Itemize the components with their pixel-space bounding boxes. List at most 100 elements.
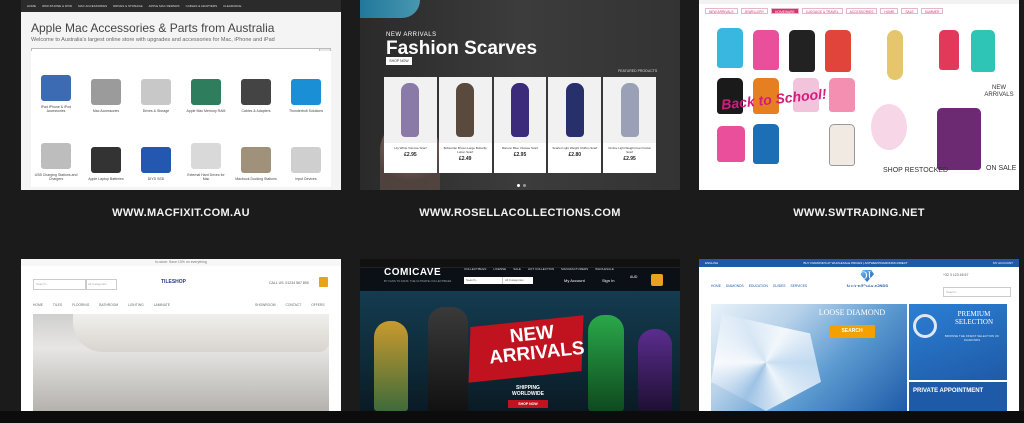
appointment-panel[interactable]	[909, 382, 1007, 411]
shop-restocked-text[interactable]: SHOP RESTOCKED	[883, 167, 948, 174]
category-tile[interactable]: Cables & Adapters	[231, 51, 281, 119]
category-tile[interactable]: USB Charging Stations and Chargers	[31, 119, 81, 187]
nav-item[interactable]: IPAD IPHONE & IPOD	[42, 4, 72, 8]
rosella-card[interactable]: NEW ARRIVALS Fashion Scarves SHOP NOW FE…	[360, 0, 680, 190]
language-select[interactable]: ENGLISH	[705, 261, 718, 265]
site-caption[interactable]: WWW.ROSELLACOLLECTIONS.COM	[360, 207, 680, 219]
menu-item[interactable]: FLOORING	[72, 303, 89, 307]
lunchbag-image	[753, 124, 779, 164]
nav-item[interactable]: APPLE MAC REPAIRS	[149, 4, 180, 8]
menu-item[interactable]: GUIDES	[773, 284, 786, 288]
comicave-card[interactable]: COMICAVE BY FANS TO FANS: THE ULTIMATE C…	[360, 259, 680, 411]
menu-item[interactable]: SHOWROOM	[255, 303, 276, 307]
nav-item[interactable]: CLEARANCE	[223, 4, 241, 8]
currency-select[interactable]: AUD	[630, 275, 637, 280]
category-tile[interactable]: Mac Accessories	[81, 51, 131, 119]
menu-item[interactable]: HOME	[33, 303, 43, 307]
swtrading-card[interactable]: NEW ARRIVALS JEWELLERY HOMEWARE LUGGAGE …	[699, 0, 1019, 190]
search-input[interactable]: Search...	[464, 277, 504, 284]
search-input[interactable]: Search...	[33, 279, 87, 290]
nav-item[interactable]: DRIVES & STORAGE	[113, 4, 142, 8]
bag-image	[829, 78, 855, 112]
site-logo[interactable]: COMICAVE	[384, 267, 441, 278]
category-select[interactable]: All Categories	[502, 277, 533, 284]
menu-item[interactable]: LICENSE	[493, 267, 506, 271]
product-image	[603, 77, 656, 143]
nav-item[interactable]: JEWELLERY	[740, 8, 769, 14]
unicorn-image	[871, 104, 907, 150]
nav-item[interactable]: LUGGAGE & TRAVEL	[801, 8, 843, 14]
site-logo[interactable]: TILESHOP	[161, 279, 186, 285]
product-name[interactable]: Scarlet Light Weight Chiffon Scarf	[552, 146, 598, 150]
my-account-link[interactable]: MY ACCOUNT	[993, 261, 1013, 265]
menu-item[interactable]: HOT COLLECTION	[528, 267, 554, 271]
category-tile[interactable]: Input Devices	[281, 119, 331, 187]
search-button[interactable]: SEARCH	[829, 325, 875, 338]
menu-item[interactable]: BATHROOM	[99, 303, 118, 307]
product-image	[493, 77, 547, 143]
nav-item[interactable]: CABLES & ADAPTERS	[186, 4, 218, 8]
nav-item[interactable]: HOME	[27, 4, 36, 8]
diamond-image	[711, 314, 821, 411]
product-name[interactable]: Bohemian Brown Large Butterfly Lotion Sc…	[442, 146, 488, 154]
tote-image	[829, 124, 855, 166]
menu-item[interactable]: LAMINATE	[154, 303, 170, 307]
nav-item[interactable]: MAC ACCESSORIES	[78, 4, 107, 8]
menu-item[interactable]: MANUFACTURERS	[561, 267, 588, 271]
site-caption[interactable]: WWW.SWTRADING.NET	[699, 207, 1019, 219]
shop-now-button[interactable]: SHOP NOW	[508, 400, 548, 408]
nav-item[interactable]: HOME	[880, 8, 899, 14]
category-tile[interactable]: iPad iPhone & iPod Accessories	[31, 51, 81, 119]
product-card[interactable]: Scarlet Light Weight Chiffon Scarf £2.80	[548, 77, 602, 173]
category-label: Apple Laptop Batteries	[88, 177, 124, 181]
category-tile[interactable]: Macbook Docking Stations	[231, 119, 281, 187]
cart-icon[interactable]	[651, 274, 663, 286]
category-select[interactable]: All Categories	[85, 279, 117, 290]
product-name[interactable]: Lily White Viscose Scarf	[387, 146, 433, 150]
category-image	[291, 79, 321, 105]
product-price: £2.49	[458, 156, 472, 162]
nav-item[interactable]: SUMMER	[920, 8, 944, 14]
slider-dots[interactable]	[517, 184, 526, 187]
antwerp-card[interactable]: ENGLISH BUY DIAMONDS AT WHOLESALE PRICES…	[699, 259, 1019, 411]
category-tile[interactable]: External Hard Drives for Mac	[181, 119, 231, 187]
sign-in-link[interactable]: Sign In	[602, 278, 614, 283]
product-card[interactable]: Bohemian Brown Large Butterfly Lotion Sc…	[438, 77, 492, 173]
product-card[interactable]: Lily White Viscose Scarf £2.95	[384, 77, 437, 173]
nav-item[interactable]: SALE	[901, 8, 918, 14]
menu-item[interactable]: HOME	[711, 284, 721, 288]
site-caption[interactable]: WWW.MACFIXIT.COM.AU	[21, 207, 341, 219]
menu-item[interactable]: SERVICES	[791, 284, 808, 288]
category-tile[interactable]: Apple Laptop Batteries	[81, 119, 131, 187]
on-sale-text[interactable]: ON SALE	[986, 165, 1016, 173]
category-tile[interactable]: Apple Mac Memory RAM	[181, 51, 231, 119]
product-name[interactable]: Ombre Light Weight Feel Cotton Scarf	[607, 146, 653, 154]
menu-item[interactable]: EDUCATION	[749, 284, 768, 288]
menu-item[interactable]: DIAMONDS	[726, 284, 744, 288]
product-card[interactable]: Ombre Light Weight Feel Cotton Scarf £2.9…	[603, 77, 656, 173]
macfixit-card[interactable]: HOME IPAD IPHONE & IPOD MAC ACCESSORIES …	[21, 0, 341, 190]
category-tile[interactable]: Thunderbolt Solutions	[281, 51, 331, 119]
menu-item[interactable]: LIGHTING	[128, 303, 144, 307]
promo-text: BUY DIAMONDS AT WHOLESALE PRICES | ANTWE…	[803, 261, 908, 265]
nav-item[interactable]: ACCESSORIES	[845, 8, 878, 14]
nav-item-active[interactable]: HOMEWARE	[771, 8, 799, 14]
menu-item[interactable]: OFFERS	[311, 303, 324, 307]
menu-item[interactable]: TILES	[53, 303, 62, 307]
shop-now-button[interactable]: SHOP NOW	[386, 57, 412, 65]
category-tile[interactable]: Drives & Storage	[131, 51, 181, 119]
product-name[interactable]: Maroon Blue Viscose Scarf	[497, 146, 543, 150]
tileshop-card[interactable]: In-store: Save 10% on everything Search.…	[21, 259, 341, 411]
category-label: Apple Mac Memory RAM	[186, 109, 226, 113]
menu-item[interactable]: SALE	[513, 267, 521, 271]
menu-item[interactable]: WHOLESALE	[595, 267, 614, 271]
nav-item[interactable]: NEW ARRIVALS	[705, 8, 738, 14]
search-input[interactable]: Search...	[943, 287, 1011, 297]
menu-item[interactable]: CONTACT	[286, 303, 302, 307]
menu-item[interactable]: COLLECTIBLES	[464, 267, 486, 271]
my-account-link[interactable]: My Account	[564, 278, 585, 283]
appointment-title: PRIVATE APPOINTMENT	[913, 388, 984, 394]
category-tile[interactable]: DIYD SSD	[131, 119, 181, 187]
cart-icon[interactable]	[319, 277, 328, 287]
product-card[interactable]: Maroon Blue Viscose Scarf £2.95	[493, 77, 547, 173]
